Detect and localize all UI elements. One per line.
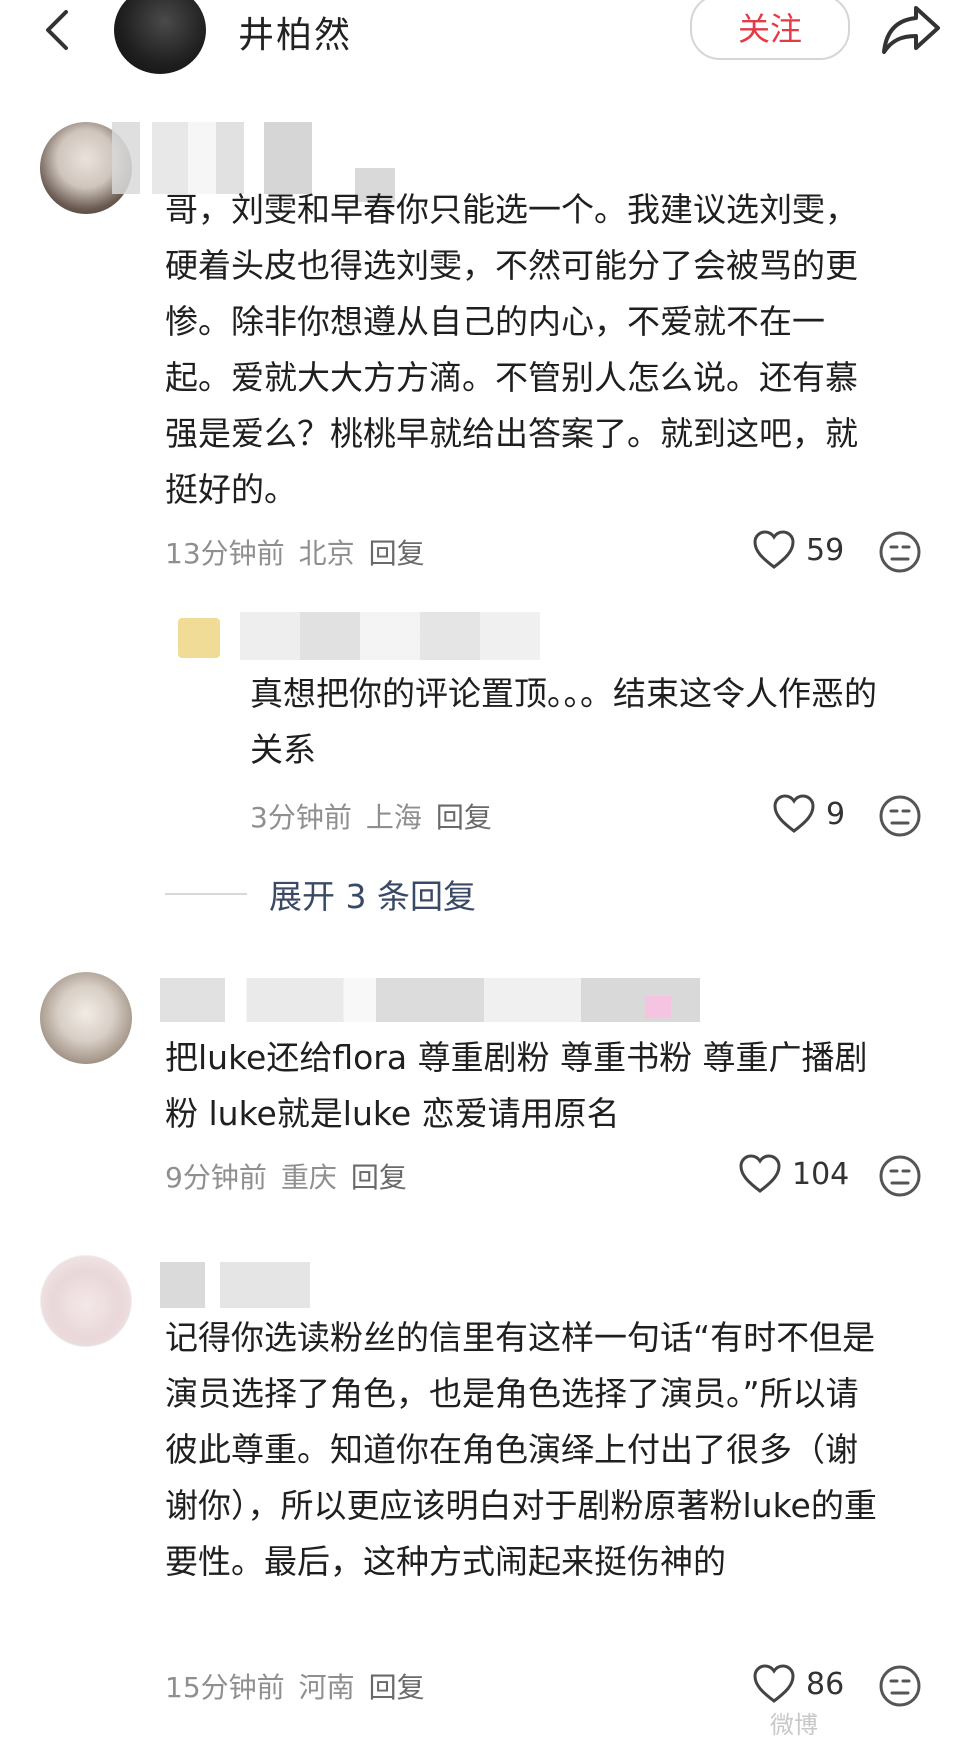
reply-button[interactable]: 回复 — [369, 1666, 425, 1706]
comment-meta: 15分钟前 河南 回复 — [165, 1666, 425, 1706]
comment-location: 河南 — [298, 1671, 355, 1704]
expand-replies[interactable]: 展开 3 条回复 — [165, 870, 476, 918]
like-button[interactable]: 59 — [752, 530, 844, 570]
commenter-avatar[interactable] — [40, 1255, 132, 1347]
neutral-face-icon[interactable] — [878, 1664, 922, 1708]
heart-icon — [753, 530, 795, 569]
reply-location: 上海 — [365, 801, 422, 834]
reply-button[interactable]: 回复 — [369, 532, 425, 572]
follow-button[interactable]: 关注 — [690, 0, 850, 60]
heart-icon — [753, 1664, 795, 1703]
expand-replies-label[interactable]: 展开 3 条回复 — [269, 870, 476, 918]
comment-meta: 9分钟前 重庆 回复 — [165, 1156, 407, 1196]
like-button[interactable]: 9 — [772, 794, 845, 834]
comment-location: 北京 — [298, 537, 355, 570]
reply-time: 3分钟前 — [250, 801, 352, 834]
comment-meta: 13分钟前 北京 回复 — [165, 532, 425, 572]
like-count: 86 — [806, 1666, 845, 1702]
comment-location: 重庆 — [280, 1161, 337, 1194]
reply-text: 真想把你的评论置顶。。。结束这令人作恶的关系 — [250, 674, 877, 769]
blurred-username[interactable] — [240, 612, 540, 660]
blurred-username[interactable] — [160, 978, 700, 1022]
like-count: 59 — [806, 532, 845, 568]
like-button[interactable]: 86 — [752, 1664, 844, 1704]
comment-time: 9分钟前 — [165, 1161, 267, 1194]
comment-time: 13分钟前 — [165, 537, 285, 570]
reply-avatar[interactable] — [178, 618, 220, 658]
reply-button[interactable]: 回复 — [351, 1156, 407, 1196]
heart-icon — [773, 794, 815, 833]
reply-button[interactable]: 回复 — [436, 796, 492, 836]
heart-icon — [739, 1154, 781, 1193]
watermark: 微博 — [770, 1711, 818, 1739]
neutral-face-icon[interactable] — [878, 530, 922, 574]
neutral-face-icon[interactable] — [878, 1154, 922, 1198]
back-arrow-icon[interactable] — [34, 6, 82, 54]
like-count: 9 — [826, 796, 846, 832]
share-icon[interactable] — [880, 2, 942, 56]
author-name[interactable]: 井柏然 — [238, 6, 352, 58]
commenter-avatar[interactable] — [40, 972, 132, 1064]
author-avatar[interactable] — [114, 0, 206, 74]
comment-time: 15分钟前 — [165, 1671, 285, 1704]
neutral-face-icon[interactable] — [878, 794, 922, 838]
top-bar: 井柏然 关注 — [0, 0, 960, 86]
reply-meta: 3分钟前 上海 回复 — [250, 796, 492, 836]
like-button[interactable]: 104 — [738, 1154, 849, 1194]
comment-text: 哥，刘雯和早春你只能选一个。我建议选刘雯，硬着头皮也得选刘雯，不然可能分了会被骂… — [165, 190, 858, 509]
blurred-username[interactable] — [160, 1262, 310, 1308]
comment-text: 记得你选读粉丝的信里有这样一句话“有时不但是演员选择了角色，也是角色选择了演员。… — [165, 1318, 877, 1581]
badge — [645, 996, 671, 1018]
divider — [165, 893, 247, 895]
comment-text: 把luke还给flora 尊重剧粉 尊重书粉 尊重广播剧粉 luke就是luke… — [165, 1038, 868, 1133]
like-count: 104 — [792, 1156, 850, 1192]
